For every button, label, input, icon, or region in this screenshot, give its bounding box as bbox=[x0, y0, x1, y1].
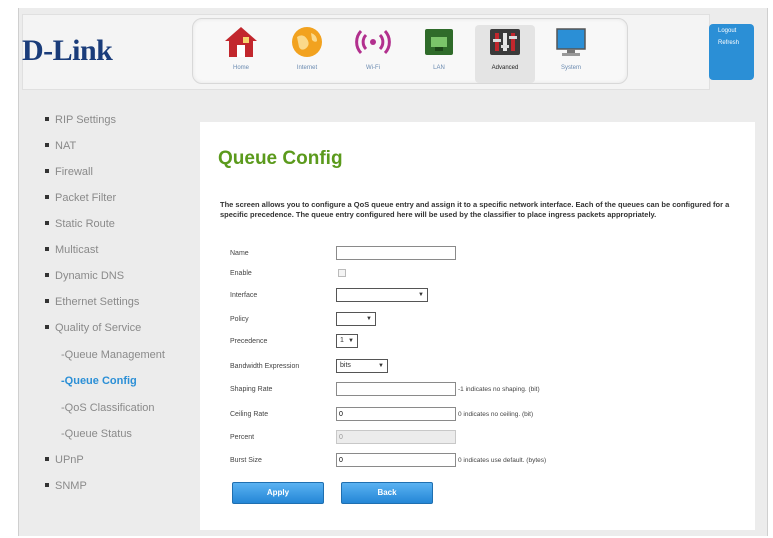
policy-label: Policy bbox=[230, 316, 249, 323]
sidebar-item-label: RIP Settings bbox=[55, 114, 116, 126]
system-icon bbox=[556, 28, 586, 56]
sidebar-subitem-queue-management[interactable]: -Queue Management bbox=[61, 349, 165, 367]
sidebar-item-snmp[interactable]: SNMP bbox=[35, 480, 87, 498]
bullet-icon bbox=[45, 483, 49, 488]
nav-system-label: System bbox=[560, 65, 581, 71]
burst-size-label: Burst Size bbox=[230, 457, 262, 464]
shaping-rate-label: Shaping Rate bbox=[230, 386, 273, 393]
nav-lan-label: LAN bbox=[433, 65, 445, 71]
sidebar-item-label: Multicast bbox=[55, 244, 99, 256]
dropdown-arrow-icon: ▼ bbox=[366, 316, 372, 322]
page-description: The screen allows you to configure a QoS… bbox=[220, 200, 730, 219]
sidebar-item-label: SNMP bbox=[55, 480, 87, 492]
sidebar-item-label: Quality of Service bbox=[55, 322, 142, 334]
ceiling-rate-hint: 0 indicates no ceiling. (bit) bbox=[458, 411, 534, 418]
bandwidth-expression-select[interactable]: bits ▼ bbox=[336, 359, 388, 373]
sidebar-item-label: Ethernet Settings bbox=[55, 296, 140, 308]
bullet-icon bbox=[45, 143, 49, 148]
nav-home[interactable]: Home bbox=[211, 25, 271, 83]
lan-icon bbox=[425, 29, 453, 55]
nav-advanced[interactable]: Advanced bbox=[475, 25, 535, 83]
shaping-rate-hint: -1 indicates no shaping. (bit) bbox=[458, 386, 540, 393]
nav-internet[interactable]: Internet bbox=[277, 25, 337, 83]
nav-advanced-label: Advanced bbox=[491, 65, 519, 71]
sidebar-subitem-queue-status[interactable]: -Queue Status bbox=[61, 428, 132, 446]
name-input[interactable] bbox=[336, 246, 456, 260]
wifi-icon bbox=[355, 29, 391, 55]
nav-wifi-label: Wi-Fi bbox=[366, 65, 380, 71]
sidebar-item-firewall[interactable]: Firewall bbox=[35, 166, 93, 184]
globe-icon bbox=[292, 27, 322, 57]
bullet-icon bbox=[45, 195, 49, 200]
nav-internet-label: Internet bbox=[296, 65, 318, 71]
interface-label: Interface bbox=[230, 292, 258, 299]
main-content: Queue Config The screen allows you to co… bbox=[200, 122, 755, 530]
burst-size-input[interactable] bbox=[336, 453, 456, 467]
interface-select[interactable]: ▼ bbox=[336, 288, 428, 302]
shaping-rate-input[interactable] bbox=[336, 382, 456, 396]
sidebar-item-rip-settings[interactable]: RIP Settings bbox=[35, 114, 116, 132]
precedence-value: 1 bbox=[340, 337, 344, 344]
ceiling-rate-input[interactable] bbox=[336, 407, 456, 421]
sidebar-item-ethernet-settings[interactable]: Ethernet Settings bbox=[35, 296, 139, 314]
sidebar-item-label: Dynamic DNS bbox=[55, 270, 125, 282]
sidebar-item-static-route[interactable]: Static Route bbox=[35, 218, 115, 236]
sidebar-item-label: NAT bbox=[55, 140, 77, 152]
bullet-icon bbox=[45, 221, 49, 226]
bullet-icon bbox=[45, 325, 49, 330]
bullet-icon bbox=[45, 117, 49, 122]
bullet-icon bbox=[45, 457, 49, 462]
bandwidth-value: bits bbox=[340, 362, 351, 369]
sidebar-item-label: Packet Filter bbox=[55, 192, 117, 204]
sidebar-item-upnp[interactable]: UPnP bbox=[35, 454, 84, 472]
precedence-label: Precedence bbox=[230, 338, 268, 345]
sidebar: RIP Settings NAT Firewall Packet Filter … bbox=[35, 108, 205, 508]
sidebar-subitem-queue-config[interactable]: -Queue Config bbox=[61, 375, 137, 393]
enable-label: Enable bbox=[230, 270, 252, 277]
nav-lan[interactable]: LAN bbox=[409, 25, 469, 83]
burst-size-hint: 0 indicates use default. (bytes) bbox=[458, 457, 547, 464]
logout-link[interactable]: Logout bbox=[709, 24, 754, 34]
bandwidth-expression-label: Bandwidth Expression bbox=[230, 363, 300, 370]
sidebar-item-label: Firewall bbox=[55, 166, 93, 178]
page-title: Queue Config bbox=[218, 148, 343, 169]
dlink-logo: D-Link bbox=[22, 34, 113, 67]
sidebar-item-dynamic-dns[interactable]: Dynamic DNS bbox=[35, 270, 124, 288]
percent-label: Percent bbox=[230, 434, 255, 441]
dropdown-arrow-icon: ▼ bbox=[378, 363, 384, 369]
sidebar-item-quality-of-service[interactable]: Quality of Service bbox=[35, 322, 141, 340]
enable-checkbox[interactable] bbox=[338, 269, 346, 277]
advanced-icon bbox=[490, 29, 520, 55]
sidebar-item-label: UPnP bbox=[55, 454, 84, 466]
dropdown-arrow-icon: ▼ bbox=[348, 338, 354, 344]
precedence-select[interactable]: 1 ▼ bbox=[336, 334, 358, 348]
name-label: Name bbox=[230, 250, 249, 257]
sidebar-item-label: Static Route bbox=[55, 218, 115, 230]
refresh-link[interactable]: Refresh bbox=[709, 34, 754, 46]
sidebar-subitem-qos-classification[interactable]: -QoS Classification bbox=[61, 402, 155, 420]
ceiling-rate-label: Ceiling Rate bbox=[230, 411, 269, 418]
sidebar-item-packet-filter[interactable]: Packet Filter bbox=[35, 192, 116, 210]
nav-wifi[interactable]: Wi-Fi bbox=[343, 25, 403, 83]
dropdown-arrow-icon: ▼ bbox=[418, 292, 424, 298]
policy-select[interactable]: ▼ bbox=[336, 312, 376, 326]
back-button[interactable]: Back bbox=[341, 482, 433, 504]
nav-home-label: Home bbox=[232, 65, 249, 71]
account-panel: Logout Refresh bbox=[709, 24, 754, 80]
home-icon bbox=[225, 27, 257, 57]
sidebar-item-multicast[interactable]: Multicast bbox=[35, 244, 98, 262]
top-nav: Home Internet Wi-Fi LAN Advanced System bbox=[192, 18, 628, 84]
percent-input bbox=[336, 430, 456, 444]
sidebar-item-nat[interactable]: NAT bbox=[35, 140, 76, 158]
bullet-icon bbox=[45, 169, 49, 174]
bullet-icon bbox=[45, 247, 49, 252]
nav-system[interactable]: System bbox=[541, 25, 601, 83]
bullet-icon bbox=[45, 273, 49, 278]
bullet-icon bbox=[45, 299, 49, 304]
apply-button[interactable]: Apply bbox=[232, 482, 324, 504]
